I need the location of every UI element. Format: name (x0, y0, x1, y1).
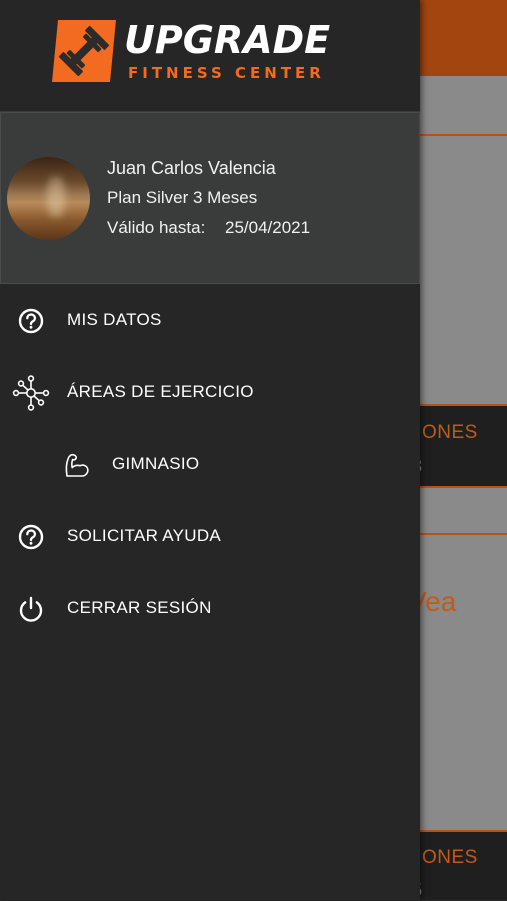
menu-item-mis-datos[interactable]: MIS DATOS (0, 284, 420, 356)
network-icon (12, 375, 50, 411)
menu-item-solicitar-ayuda[interactable]: SOLICITAR AYUDA (0, 500, 420, 572)
help-circle-icon (18, 524, 44, 550)
menu-item-areas-de-ejercicio[interactable]: ÁREAS DE EJERCICIO (0, 356, 420, 428)
menu-item-label: SOLICITAR AYUDA (67, 526, 222, 545)
menu-item-label: CERRAR SESIÓN (67, 598, 212, 617)
drawer-header: UPGRADE FITNESS CENTER (0, 0, 420, 112)
valid-until-label: Válido hasta: (107, 218, 206, 237)
user-profile-card[interactable]: Juan Carlos Valencia Plan Silver 3 Meses… (0, 112, 420, 284)
brand-title: UPGRADE (124, 18, 331, 62)
menu-item-label: MIS DATOS (67, 310, 162, 329)
power-icon (19, 596, 43, 622)
avatar[interactable] (7, 157, 90, 240)
help-circle-icon (18, 308, 44, 334)
valid-until-date: 25/04/2021 (225, 218, 311, 237)
menu-item-label: ÁREAS DE EJERCICIO (67, 382, 254, 401)
menu-item-gimnasio[interactable]: GIMNASIO (0, 428, 420, 500)
user-name: Juan Carlos Valencia (107, 158, 276, 178)
navigation-drawer: UPGRADE FITNESS CENTER Juan Carlos Valen… (0, 0, 420, 900)
drawer-menu: MIS DATOS ÁREAS DE EJERCICIO GIMNASIO SO… (0, 284, 420, 644)
menu-item-label: GIMNASIO (112, 454, 200, 473)
dumbbell-icon (52, 20, 116, 82)
brand-subtitle: FITNESS CENTER (128, 64, 325, 82)
membership-plan: Plan Silver 3 Meses (107, 188, 258, 207)
menu-item-cerrar-sesion[interactable]: CERRAR SESIÓN (0, 572, 420, 644)
flexed-arm-icon (65, 453, 89, 477)
brand-logo: UPGRADE FITNESS CENTER (52, 18, 362, 84)
